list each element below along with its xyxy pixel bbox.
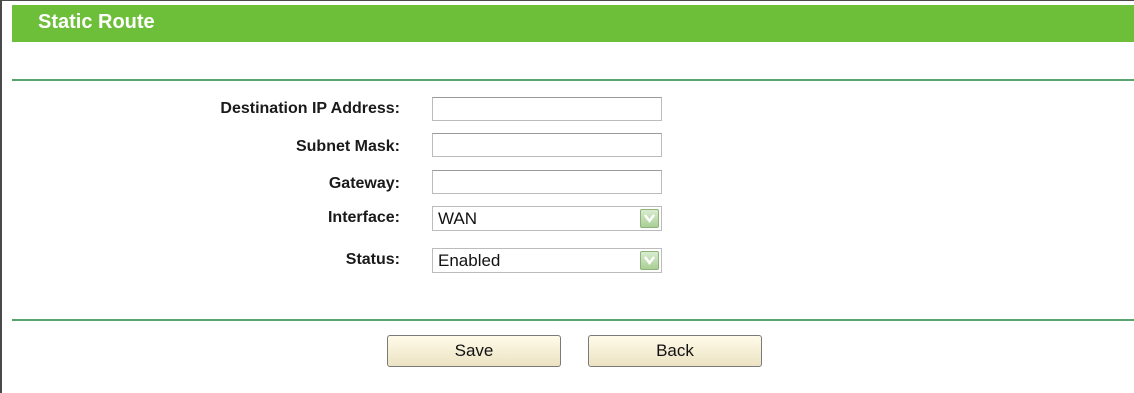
title-bar: Static Route (12, 5, 1134, 42)
gateway-input[interactable] (432, 170, 662, 194)
status-label: Status: (345, 251, 400, 268)
bottom-divider (12, 319, 1134, 321)
status-select-value: Enabled (438, 251, 501, 270)
interface-label: Interface: (327, 209, 400, 226)
save-button[interactable]: Save (387, 335, 561, 367)
static-route-page: Static Route Destination IP Address: Sub… (0, 0, 1134, 393)
top-divider (12, 79, 1134, 81)
status-select[interactable]: Enabled (432, 248, 662, 273)
destination-ip-label: Destination IP Address: (220, 100, 400, 117)
chevron-down-icon[interactable] (640, 209, 659, 228)
chevron-down-icon[interactable] (640, 251, 659, 270)
subnet-mask-input[interactable] (432, 133, 662, 157)
subnet-mask-label: Subnet Mask: (295, 138, 400, 155)
interface-select-value: WAN (438, 209, 478, 228)
gateway-label: Gateway: (328, 175, 400, 192)
back-button[interactable]: Back (588, 335, 762, 367)
destination-ip-input[interactable] (432, 97, 662, 121)
chevron-down-glyph (644, 214, 655, 223)
page-title: Static Route (38, 11, 155, 33)
interface-select[interactable]: WAN (432, 206, 662, 231)
chevron-down-glyph (644, 256, 655, 265)
